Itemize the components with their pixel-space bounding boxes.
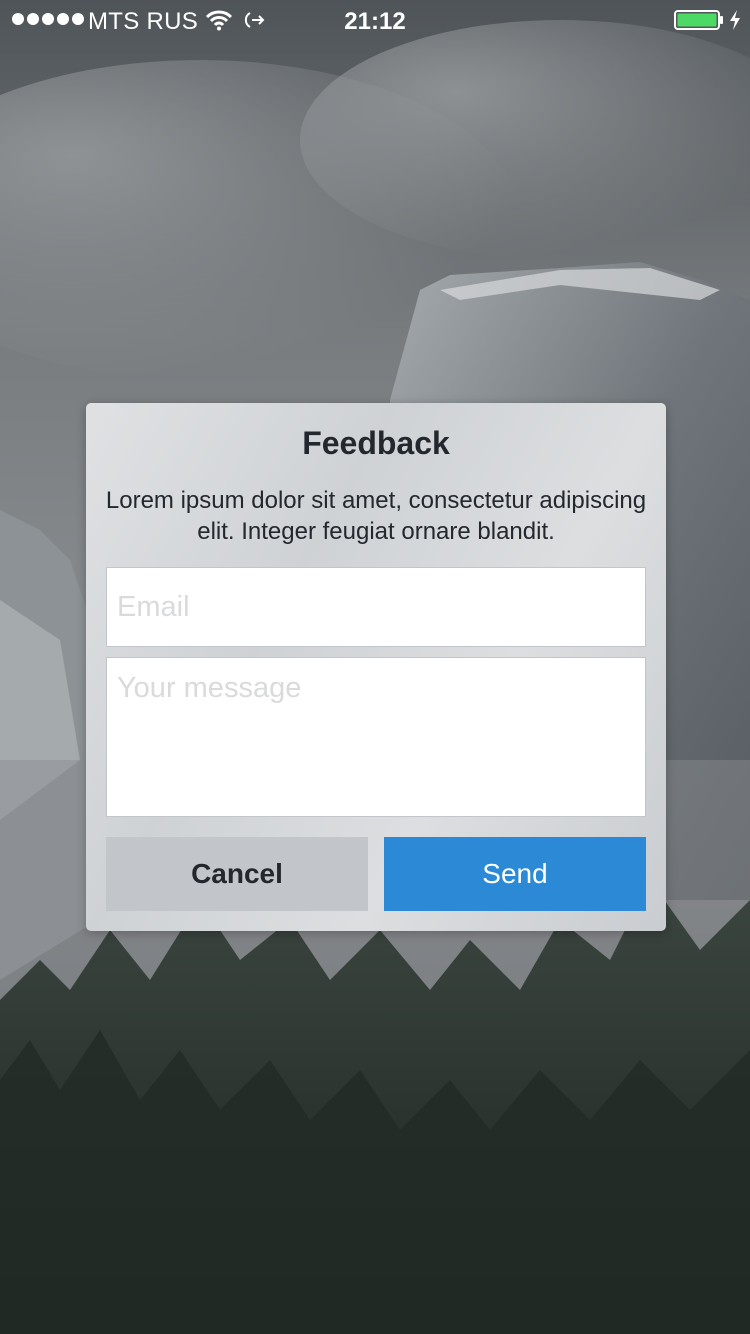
email-field[interactable] [106,567,646,647]
status-time: 21:12 [344,8,406,35]
battery-full-icon [674,10,723,30]
dialog-message: Lorem ipsum dolor sit amet, consectetur … [105,487,647,545]
cancel-button[interactable]: Cancel [106,837,368,911]
message-textarea[interactable] [106,657,646,817]
charging-bolt-icon [730,10,740,30]
app-screen: MTS RUS 21:12 Feedback Lorem ipsum dolor… [0,0,750,1334]
dialog-title: Feedback [302,425,450,461]
send-button[interactable]: Send [384,837,646,911]
status-bar: MTS RUS 21:12 [0,0,750,40]
feedback-dialog: Feedback Lorem ipsum dolor sit amet, con… [86,403,666,931]
